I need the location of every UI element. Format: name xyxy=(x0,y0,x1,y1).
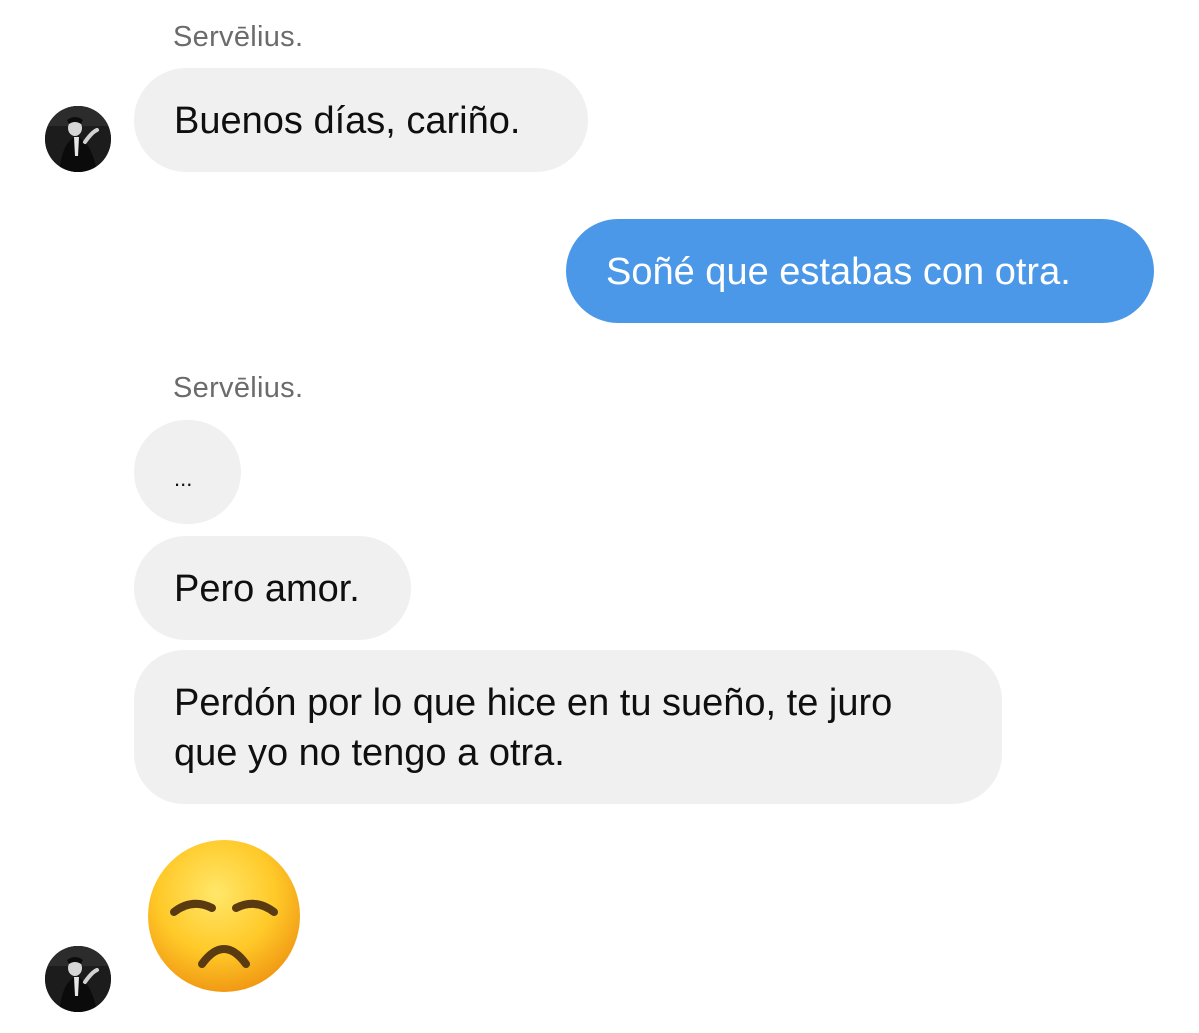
avatar[interactable] xyxy=(45,106,111,172)
message-text: ... xyxy=(174,466,193,491)
contact-avatar-photo-icon xyxy=(45,106,111,172)
message-bubble-incoming[interactable]: Buenos días, cariño. xyxy=(134,68,588,172)
avatar[interactable] xyxy=(45,946,111,1012)
message-bubble-outgoing[interactable]: Soñé que estabas con otra. xyxy=(566,219,1154,323)
message-text: Perdón por lo que hice en tu sueño, te j… xyxy=(174,682,893,774)
contact-avatar-photo-icon xyxy=(45,946,111,1012)
disappointed-face-emoji-icon[interactable] xyxy=(146,838,302,994)
sender-name: Servēlius. xyxy=(173,372,304,404)
message-bubble-incoming[interactable]: ... xyxy=(134,420,241,524)
sender-name: Servēlius. xyxy=(173,21,304,53)
message-text: Buenos días, cariño. xyxy=(174,100,521,142)
message-bubble-incoming[interactable]: Perdón por lo que hice en tu sueño, te j… xyxy=(134,650,1002,804)
message-bubble-incoming[interactable]: Pero amor. xyxy=(134,536,411,640)
message-text: Soñé que estabas con otra. xyxy=(606,251,1071,293)
message-text: Pero amor. xyxy=(174,568,360,610)
